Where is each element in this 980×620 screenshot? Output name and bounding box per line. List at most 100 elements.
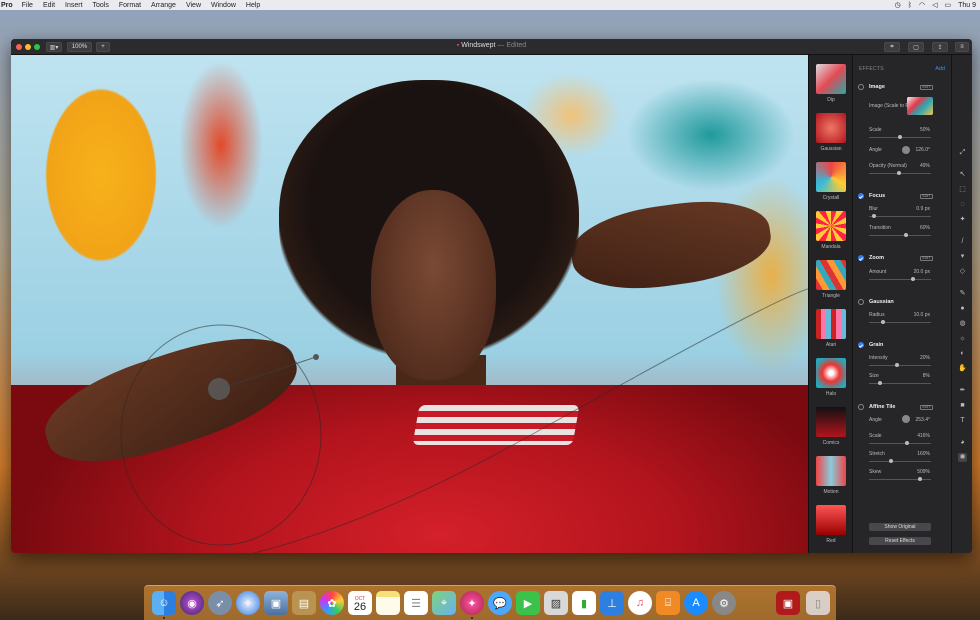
siri-icon[interactable]: ◉	[180, 591, 204, 615]
photos-icon[interactable]: ✿	[320, 591, 344, 615]
zoom-edit-button[interactable]: EDIT	[920, 256, 933, 261]
scale-slider[interactable]	[869, 135, 931, 139]
image-effect-name[interactable]: Image	[869, 84, 885, 90]
share-button[interactable]: ⇪	[932, 42, 948, 52]
sponge-tool-icon[interactable]: ◍	[958, 319, 967, 328]
intensity-slider[interactable]	[869, 363, 931, 367]
gaussian-effect-name[interactable]: Gaussian	[869, 299, 894, 305]
select-tool-icon[interactable]: ↖	[958, 170, 967, 179]
thumb-motion[interactable]	[816, 456, 846, 486]
tools-toggle-button[interactable]: ≡	[955, 42, 969, 52]
pixelmator-icon[interactable]: ✦	[460, 591, 484, 615]
menu-file[interactable]: File	[17, 2, 38, 9]
keynote-icon[interactable]: ⊥	[600, 591, 624, 615]
light-tool-icon[interactable]: ☼	[958, 334, 967, 343]
menu-view[interactable]: View	[181, 2, 206, 9]
focus-center-handle[interactable]	[208, 378, 230, 400]
preview-icon[interactable]: ▨	[544, 591, 568, 615]
skew-slider[interactable]	[869, 477, 931, 481]
menu-help[interactable]: Help	[241, 2, 265, 9]
focus-angle-handle[interactable]	[313, 354, 319, 360]
angle-dial[interactable]	[902, 146, 910, 154]
menu-window[interactable]: Window	[206, 2, 241, 9]
gaussian-effect-checkbox[interactable]	[858, 299, 864, 305]
thumb-comics[interactable]	[816, 407, 846, 437]
focus-effect-checkbox[interactable]	[858, 193, 864, 199]
slider-knob[interactable]	[918, 477, 923, 481]
paint-bucket-icon[interactable]: ▾	[958, 252, 967, 261]
arrange-tool-icon[interactable]: ⤢	[958, 148, 967, 157]
slider-knob[interactable]	[910, 277, 915, 281]
photo-booth-icon[interactable]: ▣	[264, 591, 288, 615]
time-machine-icon[interactable]: ◷	[895, 1, 901, 9]
thumb-dip[interactable]	[816, 64, 846, 94]
facetime-icon[interactable]: ▶	[516, 591, 540, 615]
slider-knob[interactable]	[904, 441, 909, 445]
system-preferences-icon[interactable]: ⚙	[712, 591, 736, 615]
menu-tools[interactable]: Tools	[88, 2, 114, 9]
slider-knob[interactable]	[903, 233, 908, 237]
bluetooth-icon[interactable]: ᛒ	[908, 2, 912, 9]
notes-book-icon[interactable]: ▤	[292, 591, 316, 615]
photo-viewer-icon[interactable]: ▣	[776, 591, 800, 615]
thumb-mandala[interactable]	[816, 211, 846, 241]
app-menu[interactable]: Pro	[0, 2, 17, 9]
image-preview[interactable]	[907, 97, 933, 115]
trash-icon[interactable]: ▯	[806, 591, 830, 615]
grain-effect-name[interactable]: Grain	[869, 342, 883, 348]
color-adjust-icon[interactable]: ◕	[958, 438, 967, 447]
focus-edit-button[interactable]: EDIT	[920, 194, 933, 199]
menu-edit[interactable]: Edit	[38, 2, 60, 9]
messages-icon[interactable]: 💬	[488, 591, 512, 615]
warp-tool-icon[interactable]: ✋	[958, 364, 967, 373]
zoom-effect-name[interactable]: Zoom	[869, 255, 884, 261]
thumb-halo[interactable]	[816, 358, 846, 388]
slider-knob[interactable]	[898, 135, 902, 139]
slider-knob[interactable]	[889, 459, 894, 463]
calendar-icon[interactable]: OCT 26	[348, 591, 372, 615]
image-effect-checkbox[interactable]	[858, 84, 864, 90]
magic-wand-icon[interactable]: ✦	[958, 215, 967, 224]
brush-tool-icon[interactable]: /	[958, 237, 967, 246]
thumb-gaussian[interactable]	[816, 113, 846, 143]
affine-edit-button[interactable]: EDIT	[920, 405, 933, 410]
wifi-icon[interactable]: ◠	[919, 1, 925, 9]
reset-effects-button[interactable]: Reset Effects	[869, 537, 931, 545]
slider-knob[interactable]	[895, 363, 900, 367]
focus-effect-name[interactable]: Focus	[869, 193, 885, 199]
thumb-crystall[interactable]	[816, 162, 846, 192]
amount-slider[interactable]	[869, 277, 931, 281]
menu-arrange[interactable]: Arrange	[146, 2, 181, 9]
thumb-triangle[interactable]	[816, 260, 846, 290]
reminders-icon[interactable]: ☰	[404, 591, 428, 615]
document-name[interactable]: Windswept	[461, 42, 495, 49]
menu-insert[interactable]: Insert	[60, 2, 88, 9]
blur-slider[interactable]	[869, 214, 931, 218]
slider-knob[interactable]	[871, 214, 876, 218]
transition-slider[interactable]	[869, 233, 931, 237]
effects-tool-icon[interactable]: ✺	[958, 453, 967, 462]
launchpad-icon[interactable]: ➶	[208, 591, 232, 615]
add-effect-button[interactable]: Add	[935, 66, 945, 72]
clock[interactable]: Thu 9	[958, 2, 976, 9]
safari-icon[interactable]: ✧	[236, 591, 260, 615]
numbers-icon[interactable]: ▮	[572, 591, 596, 615]
burn-tool-icon[interactable]: ◐	[958, 349, 967, 358]
books-icon[interactable]: ⌸	[656, 591, 680, 615]
show-original-button[interactable]: Show Original	[869, 523, 931, 531]
affine-scale-slider[interactable]	[869, 441, 931, 445]
image-edit-button[interactable]: EDIT	[920, 85, 933, 90]
crop-button[interactable]: ⌗	[884, 42, 900, 52]
pen-tool-icon[interactable]: ✒	[958, 386, 967, 395]
slider-knob[interactable]	[897, 171, 902, 175]
affine-angle-dial[interactable]	[902, 415, 910, 423]
clone-tool-icon[interactable]: ●	[958, 304, 967, 313]
thumb-atari[interactable]	[816, 309, 846, 339]
zoom-effect-checkbox[interactable]	[858, 255, 864, 261]
stretch-slider[interactable]	[869, 459, 931, 463]
type-tool-icon[interactable]: T	[958, 416, 967, 425]
export-button[interactable]: ▢	[908, 42, 924, 52]
opacity-label[interactable]: Opacity (Normal)	[869, 163, 907, 169]
opacity-slider[interactable]	[869, 171, 931, 175]
slider-knob[interactable]	[877, 381, 882, 385]
